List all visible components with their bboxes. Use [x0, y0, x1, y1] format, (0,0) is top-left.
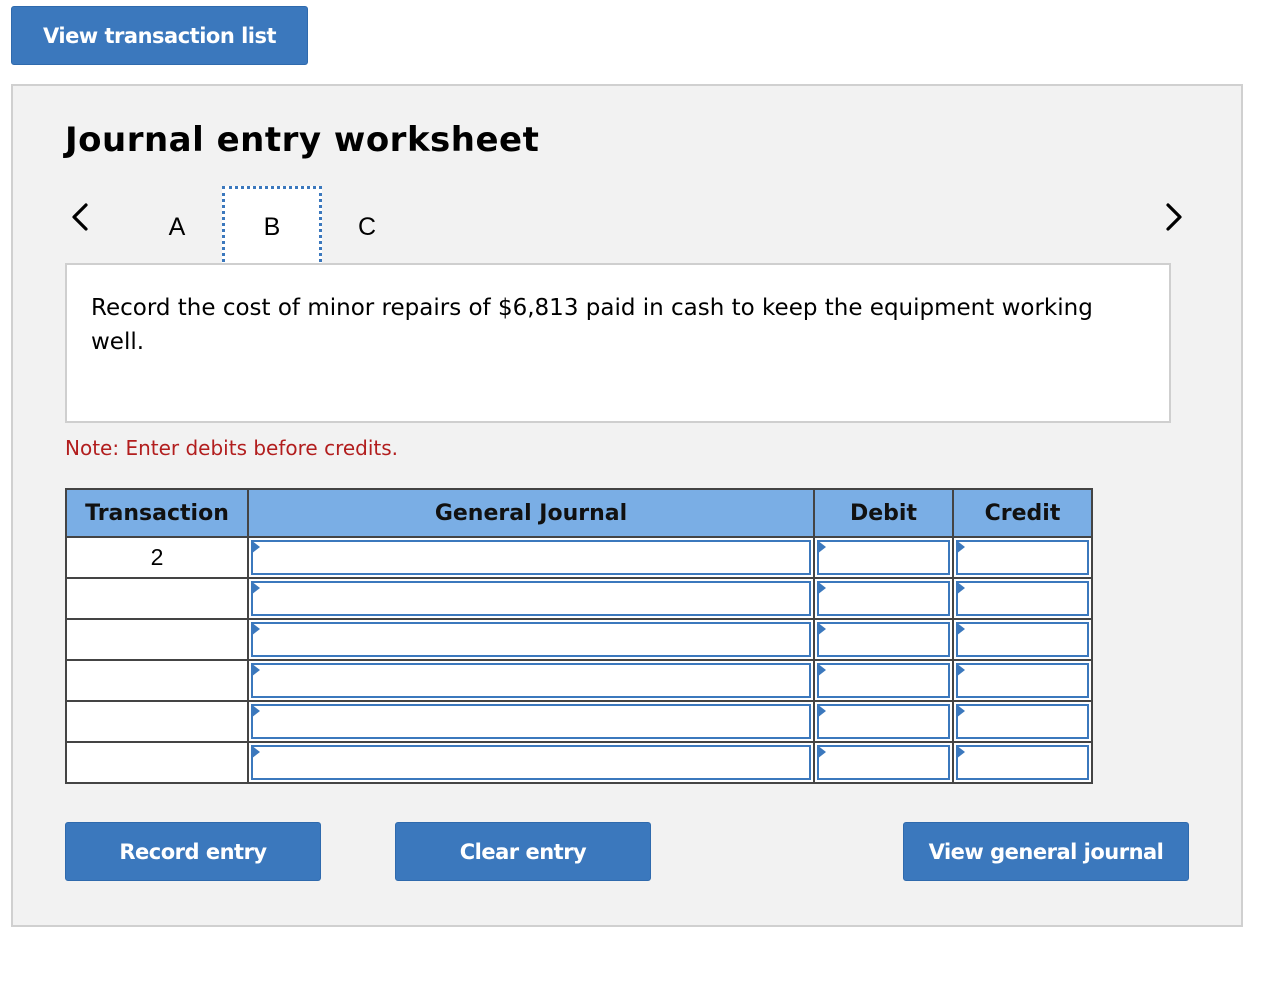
debit-input[interactable] [813, 700, 954, 743]
dropdown-marker-icon [956, 745, 965, 759]
journal-entry-table: Transaction General Journal Debit Credit… [65, 488, 1093, 784]
dropdown-marker-icon [817, 704, 826, 718]
dropdown-marker-icon [251, 745, 260, 759]
table-row: 2 [65, 536, 1093, 579]
debit-input[interactable] [813, 536, 954, 579]
debit-input[interactable] [813, 618, 954, 661]
view-general-journal-button[interactable]: View general journal [903, 822, 1189, 881]
dropdown-marker-icon [956, 704, 965, 718]
header-credit: Credit [952, 488, 1093, 538]
transaction-cell [65, 741, 249, 784]
account-input[interactable] [247, 700, 815, 743]
credit-input[interactable] [952, 618, 1093, 661]
transaction-cell [65, 700, 249, 743]
credit-input[interactable] [952, 700, 1093, 743]
record-entry-button[interactable]: Record entry [65, 822, 321, 881]
clear-entry-button[interactable]: Clear entry [395, 822, 651, 881]
dropdown-marker-icon [251, 622, 260, 636]
header-debit: Debit [813, 488, 954, 538]
tab-b[interactable]: B [222, 186, 322, 268]
dropdown-marker-icon [251, 704, 260, 718]
transaction-cell [65, 618, 249, 661]
dropdown-marker-icon [251, 663, 260, 677]
dropdown-marker-icon [817, 663, 826, 677]
credit-input[interactable] [952, 536, 1093, 579]
transaction-cell [65, 659, 249, 702]
dropdown-marker-icon [817, 540, 826, 554]
dropdown-marker-icon [251, 581, 260, 595]
dropdown-marker-icon [251, 540, 260, 554]
account-input[interactable] [247, 741, 815, 784]
dropdown-marker-icon [817, 622, 826, 636]
credit-input[interactable] [952, 577, 1093, 620]
header-transaction: Transaction [65, 488, 249, 538]
table-header-row: Transaction General Journal Debit Credit [65, 488, 1093, 538]
view-transaction-list-button[interactable]: View transaction list [11, 6, 308, 65]
account-input[interactable] [247, 659, 815, 702]
chevron-left-icon[interactable] [60, 197, 100, 237]
table-row [65, 618, 1093, 661]
dropdown-marker-icon [817, 745, 826, 759]
tab-c[interactable]: C [330, 186, 404, 268]
table-row [65, 659, 1093, 702]
dropdown-marker-icon [956, 622, 965, 636]
credit-input[interactable] [952, 659, 1093, 702]
header-general-journal: General Journal [247, 488, 815, 538]
tab-a[interactable]: A [140, 186, 214, 268]
chevron-right-icon[interactable] [1154, 197, 1194, 237]
dropdown-marker-icon [817, 581, 826, 595]
dropdown-marker-icon [956, 540, 965, 554]
account-input[interactable] [247, 618, 815, 661]
debit-input[interactable] [813, 659, 954, 702]
transaction-cell [65, 577, 249, 620]
transaction-description: Record the cost of minor repairs of $6,8… [65, 263, 1171, 423]
account-input[interactable] [247, 536, 815, 579]
instruction-note: Note: Enter debits before credits. [65, 436, 399, 460]
dropdown-marker-icon [956, 663, 965, 677]
dropdown-marker-icon [956, 581, 965, 595]
debit-input[interactable] [813, 577, 954, 620]
table-row [65, 741, 1093, 784]
transaction-cell: 2 [65, 536, 249, 579]
account-input[interactable] [247, 577, 815, 620]
credit-input[interactable] [952, 741, 1093, 784]
page-title: Journal entry worksheet [65, 120, 540, 160]
debit-input[interactable] [813, 741, 954, 784]
table-row [65, 577, 1093, 620]
table-row [65, 700, 1093, 743]
